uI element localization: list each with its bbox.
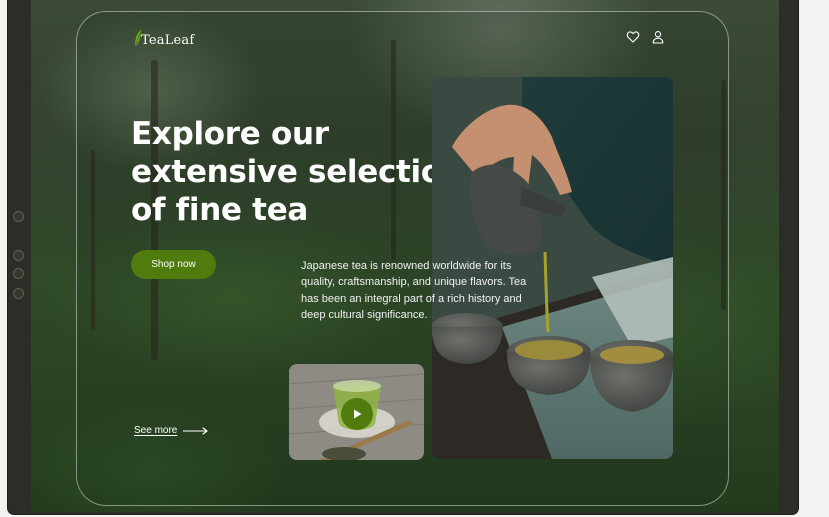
- side-button: [13, 288, 24, 299]
- play-button[interactable]: [340, 398, 373, 430]
- video-thumbnail[interactable]: [289, 364, 424, 460]
- hero-description: Japanese tea is renowned worldwide for i…: [301, 260, 527, 321]
- play-icon: [353, 409, 361, 419]
- see-more-link[interactable]: See more: [134, 425, 209, 436]
- side-button: [13, 268, 24, 279]
- brand-logo[interactable]: TeaLeaf: [133, 26, 194, 48]
- side-button: [13, 211, 24, 222]
- brand-name: TeaLeaf: [141, 33, 195, 48]
- see-more-label: See more: [134, 425, 178, 436]
- arrow-right-icon: [183, 426, 208, 435]
- shop-now-button[interactable]: Shop now: [131, 250, 216, 279]
- screenshot-scene: TeaLeaf Explore our extensive selection …: [0, 0, 829, 517]
- side-button: [13, 250, 24, 261]
- user-icon[interactable]: [651, 30, 665, 44]
- heart-icon[interactable]: [626, 30, 640, 44]
